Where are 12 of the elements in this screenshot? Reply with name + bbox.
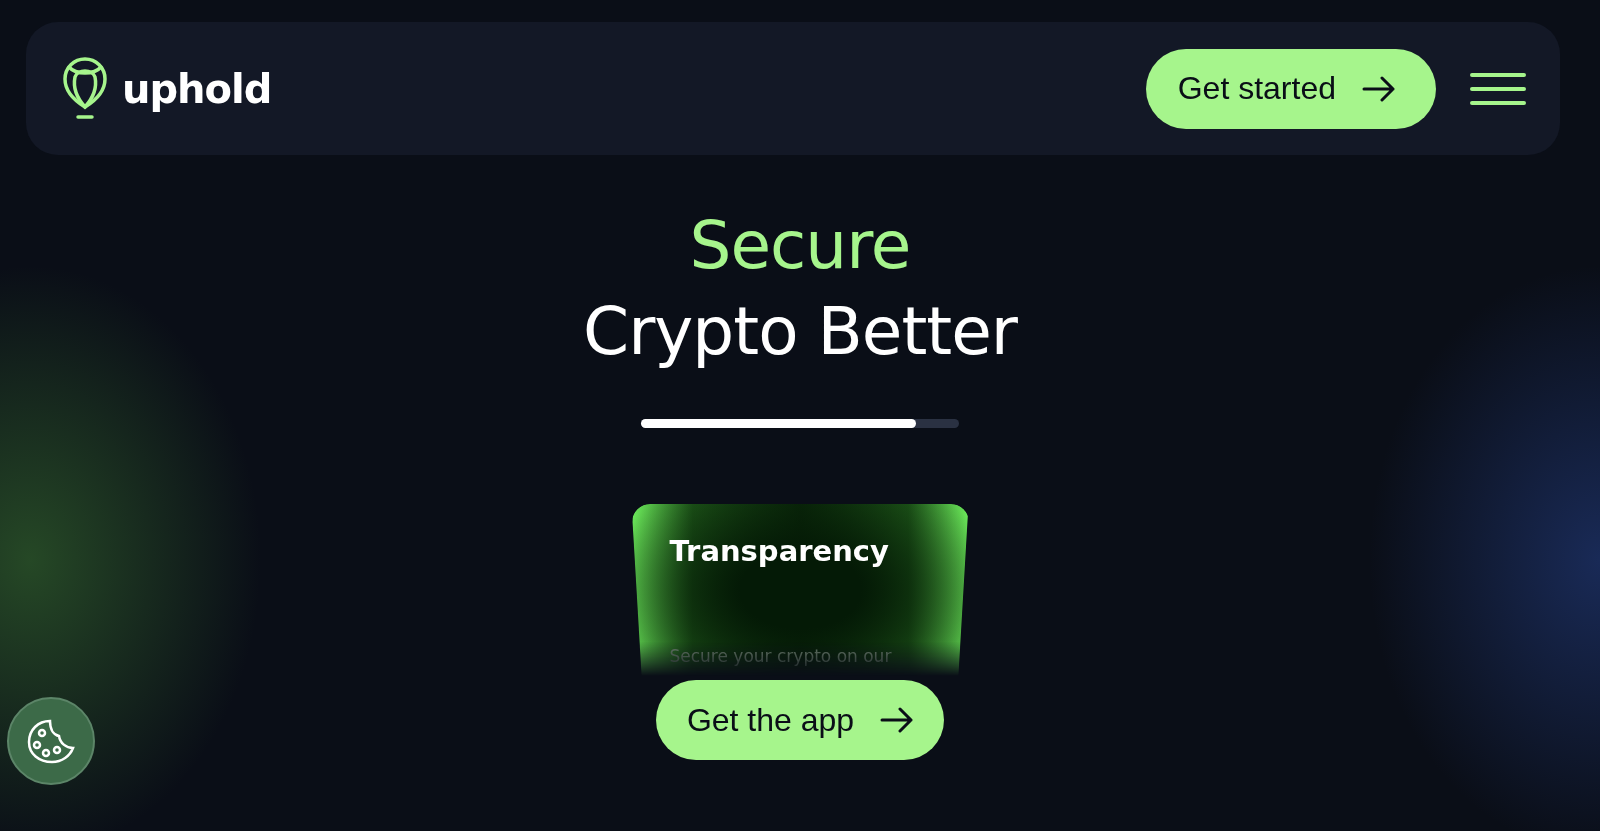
headline-accent: Secure [689, 206, 911, 286]
get-started-button[interactable]: Get started [1145, 48, 1436, 129]
card-title: Transparency [669, 534, 890, 568]
arrow-right-icon [880, 707, 915, 733]
card-text: Secure your crypto on our [669, 646, 893, 668]
menu-icon[interactable] [1470, 71, 1526, 106]
arrow-right-icon [1362, 75, 1396, 102]
logo-text[interactable]: uphold [122, 65, 272, 112]
headline: Crypto Better [583, 292, 1017, 372]
logo-icon [62, 56, 108, 121]
get-app-button[interactable]: Get the app [655, 680, 945, 760]
cookie-icon [26, 718, 76, 764]
